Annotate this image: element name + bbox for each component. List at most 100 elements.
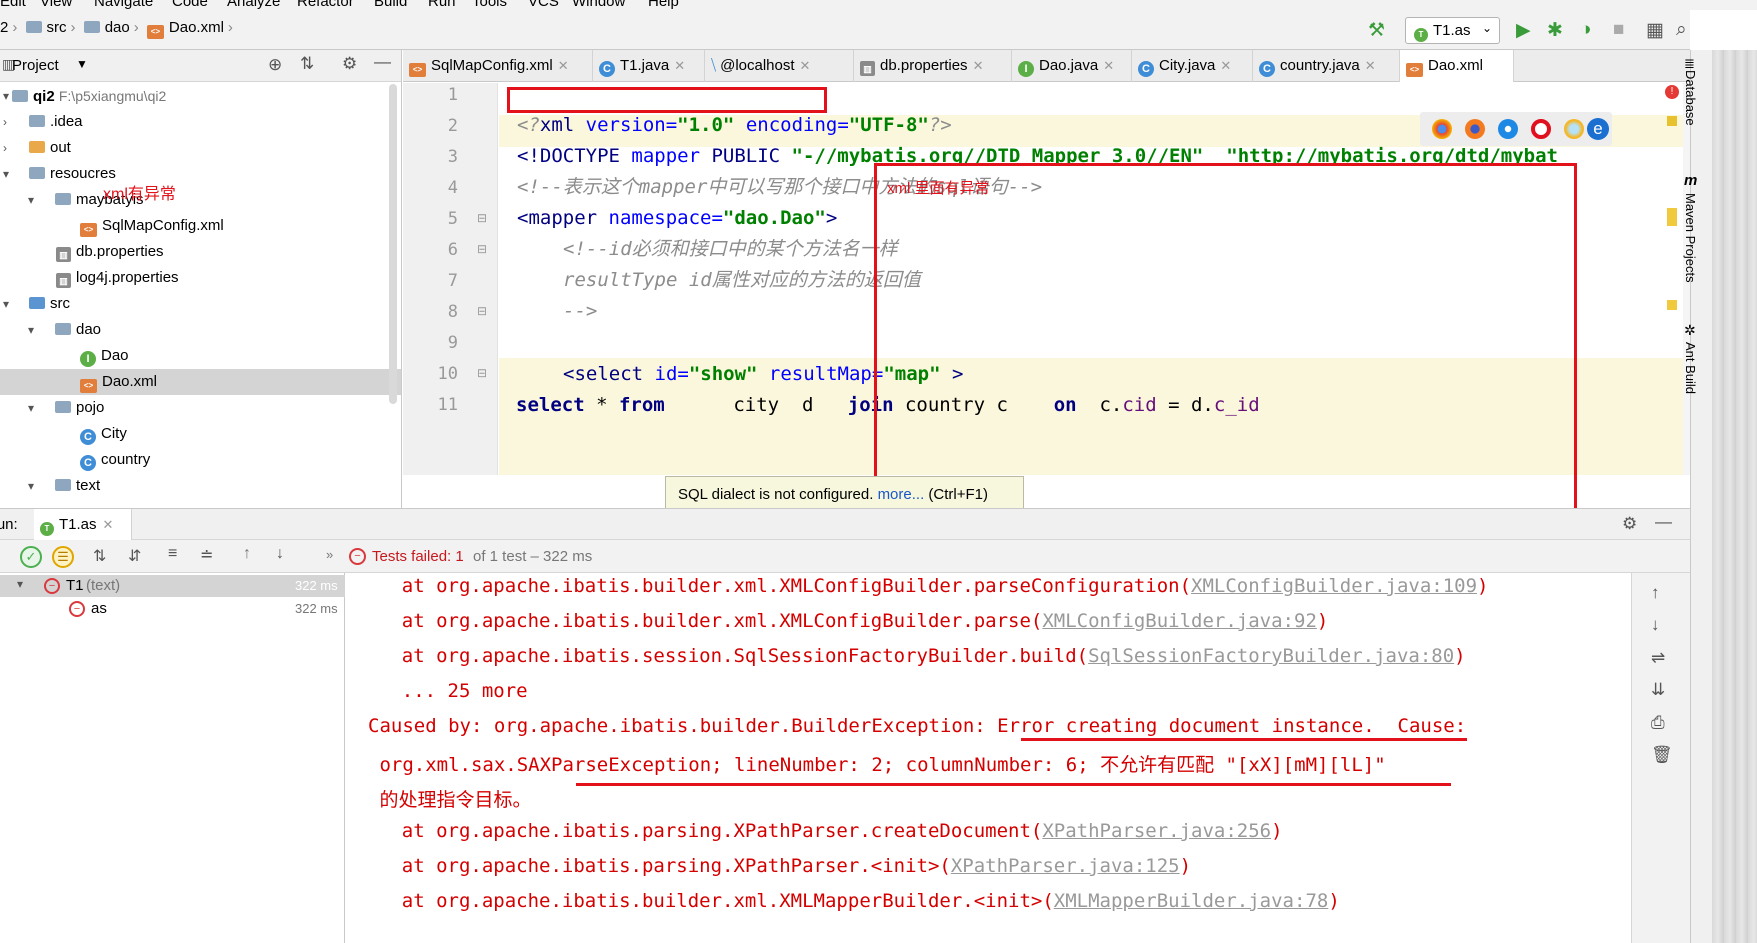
fold-marker-icon[interactable]: ⊟ (477, 211, 487, 225)
scroll-to-end-icon[interactable]: ⇊ (1651, 680, 1665, 700)
breadcrumb-src[interactable]: src (47, 19, 67, 36)
menu-run[interactable]: Run (428, 0, 456, 10)
test-row-t1[interactable]: ▾ − T1 (text) 322 ms (0, 575, 345, 597)
run-tab-t1-as[interactable]: T T1.as ✕ (34, 509, 132, 541)
chevron-down-icon[interactable]: ▼ (76, 57, 88, 71)
menu-vcs[interactable]: VCS (528, 0, 559, 10)
debug-bug-icon[interactable]: ✱ (1547, 19, 1563, 42)
menu-window[interactable]: Window (572, 0, 625, 10)
tab-db-properties[interactable]: ▥ db.properties ✕ (854, 50, 1012, 82)
fold-marker-icon[interactable]: ⊟ (477, 304, 487, 318)
close-icon[interactable]: ✕ (558, 58, 569, 73)
locate-target-icon[interactable]: ⊕ (268, 55, 282, 75)
tree-item-country[interactable]: Ccountry (0, 447, 401, 473)
chevron-down-icon[interactable]: ▾ (28, 187, 34, 213)
tab-city-java[interactable]: C City.java ✕ (1132, 50, 1253, 82)
tree-item-dao-interface[interactable]: I Dao (0, 343, 401, 369)
collapse-all-icon[interactable]: ≐ (200, 545, 213, 565)
tree-item-resoucres[interactable]: ▾ resoucres (0, 161, 401, 187)
chrome-icon[interactable] (1432, 119, 1452, 139)
breadcrumb-dao-xml[interactable]: Dao.xml (169, 19, 224, 36)
ant-build-tool-button[interactable]: Ant Build (1683, 342, 1698, 394)
tree-item-log4j-properties[interactable]: ▥ log4j.properties (0, 265, 401, 291)
tree-item-city[interactable]: C City (0, 421, 401, 447)
gear-icon[interactable]: ⚙ (342, 54, 357, 74)
gear-icon[interactable]: ⚙ (1622, 514, 1637, 534)
close-icon[interactable]: ✕ (800, 58, 811, 73)
chevron-down-icon[interactable]: ▾ (3, 161, 9, 187)
tree-item-dao[interactable]: ▾ dao (0, 317, 401, 343)
tab-sqlmapconfig[interactable]: <> SqlMapConfig.xml ✕ (403, 50, 593, 82)
stacktrace-link[interactable]: XMLConfigBuilder.java:92 (1042, 610, 1317, 632)
tree-item-out[interactable]: › out (0, 135, 401, 161)
tree-item-dao-xml[interactable]: <> Dao.xml (0, 369, 401, 395)
menu-code[interactable]: Code (172, 0, 208, 10)
test-row-as[interactable]: − as 322 ms (0, 598, 345, 620)
opera-icon[interactable] (1531, 119, 1551, 139)
stacktrace-link[interactable]: XMLConfigBuilder.java:109 (1191, 575, 1477, 597)
close-icon[interactable]: ✕ (674, 58, 685, 73)
previous-failed-icon[interactable]: ↑ (243, 545, 251, 563)
stop-icon[interactable]: ■ (1613, 19, 1624, 41)
tree-item-maybatyis[interactable]: ▾ maybatyis (0, 187, 401, 213)
show-passed-icon[interactable]: ✓ (20, 546, 42, 568)
more-actions-icon[interactable]: » (326, 547, 333, 562)
soft-wrap-icon[interactable]: ⇌ (1651, 648, 1665, 668)
sort-alpha-icon[interactable]: ⇅ (93, 546, 106, 566)
tab-country-java[interactable]: Ccountry.java ✕ (1253, 50, 1400, 82)
arrow-down-icon[interactable]: ↓ (1651, 615, 1660, 635)
menu-navigate[interactable]: Navigate (94, 0, 153, 10)
menu-build[interactable]: Build (374, 0, 407, 10)
expand-all-icon[interactable]: ≡ (168, 545, 177, 563)
hide-panel-icon[interactable]: — (1655, 512, 1672, 532)
project-scrollbar[interactable] (389, 84, 397, 404)
project-panel-title[interactable]: Project (12, 57, 59, 74)
tree-item-db-properties[interactable]: ▥ db.properties (0, 239, 401, 265)
stacktrace-link[interactable]: XPathParser.java:125 (951, 855, 1180, 877)
breadcrumb-project[interactable]: 2 (0, 19, 8, 36)
tree-item-sqlmapconfig[interactable]: <> SqlMapConfig.xml (0, 213, 401, 239)
print-icon[interactable]: ⎙ (1651, 713, 1665, 733)
coverage-icon[interactable]: ◑ (1580, 19, 1591, 41)
tree-item-text[interactable]: ▾ text (0, 473, 401, 499)
trash-icon[interactable]: 🗑 (1651, 745, 1673, 765)
build-hammer-icon[interactable]: ⚒ (1368, 19, 1385, 42)
database-tool-button[interactable]: Database (1683, 70, 1698, 126)
search-icon[interactable]: ⌕ (1676, 19, 1687, 41)
tree-item-idea[interactable]: › .idea (0, 109, 401, 135)
tooltip-more-link[interactable]: more... (878, 486, 925, 503)
firefox-icon[interactable] (1465, 119, 1485, 139)
stacktrace-link[interactable]: XMLMapperBuilder.java:78 (1054, 890, 1329, 912)
chevron-right-icon[interactable]: › (3, 109, 7, 135)
run-icon[interactable]: ▶ (1516, 19, 1531, 42)
hide-panel-icon[interactable]: — (374, 52, 391, 72)
tab-dao-java[interactable]: I Dao.java ✕ (1012, 50, 1132, 82)
stacktrace-link[interactable]: XPathParser.java:256 (1042, 820, 1271, 842)
chevron-down-icon[interactable]: ▾ (3, 291, 9, 317)
tab-t1-java[interactable]: C T1.java ✕ (593, 50, 705, 82)
next-failed-icon[interactable]: ↓ (276, 545, 284, 563)
chevron-right-icon[interactable]: › (3, 135, 7, 161)
menu-edit[interactable]: Edit (0, 0, 26, 10)
tree-item-src[interactable]: ▾ src (0, 291, 401, 317)
menu-refactor[interactable]: Refactor (297, 0, 354, 10)
maven-projects-tool-button[interactable]: Maven Projects (1683, 193, 1698, 283)
internet-explorer-icon[interactable] (1564, 119, 1584, 139)
close-icon[interactable]: ✕ (1103, 58, 1114, 73)
menu-help[interactable]: Help (648, 0, 679, 10)
error-indicator-icon[interactable]: ! (1665, 85, 1679, 99)
chevron-down-icon[interactable]: ▾ (17, 577, 23, 591)
chevron-down-icon[interactable]: ▾ (28, 395, 34, 421)
console-output[interactable]: at org.apache.ibatis.builder.xml.XMLConf… (346, 573, 1631, 943)
fold-marker-icon[interactable]: ⊟ (477, 242, 487, 256)
run-configuration-select[interactable]: T T1.as ⌄ (1405, 17, 1500, 44)
close-icon[interactable]: ✕ (103, 517, 114, 532)
arrow-up-icon[interactable]: ↑ (1651, 583, 1660, 603)
collapse-all-icon[interactable]: ⇅ (300, 54, 314, 74)
tree-item-pojo[interactable]: ▾ pojo (0, 395, 401, 421)
chevron-down-icon[interactable]: ▾ (28, 317, 34, 343)
menu-analyze[interactable]: Analyze (227, 0, 280, 10)
stacktrace-link[interactable]: SqlSessionFactoryBuilder.java:80 (1088, 645, 1454, 667)
tree-item-root[interactable]: ▾ qi2 F:\p5xiangmu\qi2 (0, 83, 401, 109)
chevron-down-icon[interactable]: ▾ (3, 83, 9, 109)
